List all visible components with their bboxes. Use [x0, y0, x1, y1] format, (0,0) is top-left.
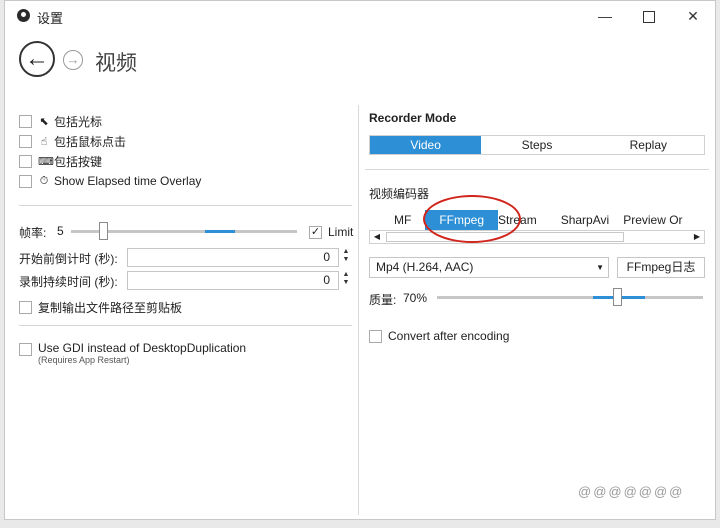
recorder-mode-selector: Video Steps Replay — [369, 135, 705, 155]
quality-value: 70% — [403, 291, 428, 305]
settings-window: 设置 — ✕ ← → 视频 ⬉ 包括光标 ☝ 包括鼠标点击 ⌨ 包括按键 ⏱ S… — [4, 0, 716, 520]
checkbox-box[interactable] — [19, 174, 32, 188]
scroll-right-icon[interactable]: ▶ — [690, 231, 704, 243]
encoder-tabs: MF FFmpeg Stream SharpAvi Preview Or — [369, 209, 705, 232]
close-button[interactable]: ✕ — [679, 5, 707, 27]
maximize-icon — [643, 11, 655, 24]
recorder-mode-steps[interactable]: Steps — [481, 136, 592, 154]
checkbox-label: 包括光标 — [54, 114, 103, 129]
tab-stream[interactable]: Stream — [498, 210, 545, 230]
stopwatch-icon: ⏱ — [39, 174, 49, 187]
limit-checkbox-box[interactable]: ✓ — [309, 225, 322, 239]
title-bar: 设置 — ✕ — [5, 1, 715, 31]
tab-sharpavi[interactable]: SharpAvi — [545, 210, 617, 230]
frame-rate-label: 帧率: — [19, 226, 47, 240]
format-select-value: Mp4 (H.264, AAC) — [376, 260, 474, 274]
duration-input[interactable]: 0 — [127, 271, 339, 290]
checkbox-use-gdi[interactable]: Use GDI instead of DesktopDuplication (R… — [19, 341, 247, 365]
column-divider — [358, 105, 359, 515]
back-button[interactable]: ← — [19, 41, 55, 77]
encoder-tabs-scrollbar[interactable]: ◀ ▶ — [369, 230, 705, 244]
checkbox-box[interactable] — [19, 154, 32, 168]
checkbox-convert-after[interactable]: Convert after encoding — [369, 328, 509, 344]
separator — [19, 325, 352, 326]
scrollbar-thumb[interactable] — [386, 232, 624, 242]
checkbox-box[interactable] — [369, 329, 382, 343]
restart-note: (Requires App Restart) — [38, 355, 130, 365]
countdown-label: 开始前倒计时 (秒): — [19, 252, 118, 266]
checkbox-include-cursor[interactable]: ⬉ 包括光标 — [19, 113, 102, 129]
ffmpeg-log-button[interactable]: FFmpeg日志 — [617, 257, 705, 278]
forward-button[interactable]: → — [63, 50, 83, 70]
minimize-button[interactable]: — — [591, 5, 619, 27]
checkbox-label: Convert after encoding — [388, 329, 510, 343]
countdown-spinner[interactable]: ▲ ▼ — [341, 248, 351, 264]
separator — [365, 169, 709, 170]
cursor-icon: ⬉ — [39, 115, 49, 128]
checkbox-box[interactable] — [19, 343, 32, 356]
checkbox-label: Show Elapsed time Overlay — [54, 174, 202, 188]
checkbox-include-keys[interactable]: ⌨ 包括按键 — [19, 153, 102, 169]
recorder-mode-replay[interactable]: Replay — [593, 136, 704, 154]
window-title: 设置 — [37, 11, 64, 26]
video-encoder-title: 视频编码器 — [369, 187, 430, 201]
tab-preview[interactable]: Preview Or — [617, 210, 682, 230]
app-logo-icon — [17, 9, 30, 22]
checkbox-label: 复制输出文件路径至剪贴板 — [38, 300, 183, 315]
checkbox-box[interactable] — [19, 114, 32, 128]
duration-label: 录制持续时间 (秒): — [19, 275, 118, 289]
limit-label: Limit — [328, 225, 354, 239]
recorder-mode-video[interactable]: Video — [370, 136, 482, 154]
tab-mf[interactable]: MF — [369, 210, 425, 230]
checkbox-label: 包括按键 — [54, 154, 103, 169]
chevron-down-icon: ▼ — [596, 263, 604, 272]
separator — [19, 205, 352, 206]
limit-checkbox[interactable]: ✓ Limit — [309, 224, 353, 240]
quality-slider-track[interactable] — [437, 296, 703, 299]
countdown-input[interactable]: 0 — [127, 248, 339, 267]
watermark: @@@@@@@ — [578, 484, 685, 499]
checkbox-box[interactable] — [19, 300, 32, 314]
checkbox-copy-path[interactable]: 复制输出文件路径至剪贴板 — [19, 299, 182, 315]
frame-rate-slider-thumb[interactable] — [99, 222, 108, 240]
checkbox-include-clicks[interactable]: ☝ 包括鼠标点击 — [19, 133, 126, 149]
format-select[interactable]: Mp4 (H.264, AAC) ▼ — [369, 257, 609, 278]
frame-rate-value: 5 — [57, 224, 64, 238]
maximize-button[interactable] — [635, 5, 663, 27]
tab-ffmpeg[interactable]: FFmpeg — [425, 210, 499, 230]
checkbox-box[interactable] — [19, 134, 32, 148]
checkbox-label: 包括鼠标点击 — [54, 134, 127, 149]
keyboard-icon: ⌨ — [38, 155, 54, 168]
frame-rate-slider-fill — [205, 230, 235, 233]
quality-slider-thumb[interactable] — [613, 288, 622, 306]
page-title: 视频 — [95, 52, 137, 75]
duration-spinner[interactable]: ▲ ▼ — [341, 271, 351, 287]
quality-label: 质量: — [369, 293, 397, 307]
hand-pointer-icon: ☝ — [40, 135, 48, 148]
checkbox-elapsed-overlay[interactable]: ⏱ Show Elapsed time Overlay — [19, 173, 201, 189]
scroll-left-icon[interactable]: ◀ — [370, 231, 384, 243]
recorder-mode-title: Recorder Mode — [369, 111, 457, 125]
checkbox-label: Use GDI instead of DesktopDuplication — [38, 341, 247, 355]
